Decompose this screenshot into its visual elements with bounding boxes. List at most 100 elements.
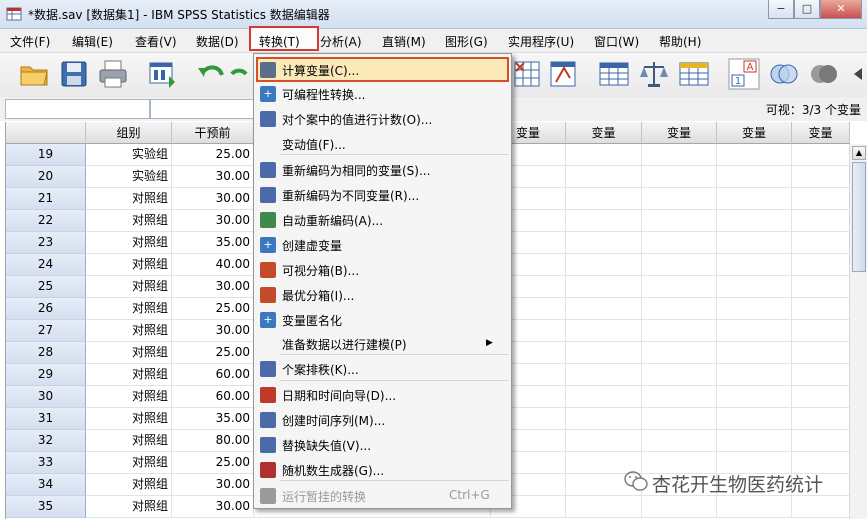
cell-group[interactable]: 对照组 <box>86 342 172 364</box>
cell-empty[interactable] <box>566 144 642 166</box>
cell-empty[interactable] <box>566 496 642 518</box>
cell-empty[interactable] <box>717 298 792 320</box>
cell-empty[interactable] <box>792 298 850 320</box>
column-header-var[interactable]: 变量 <box>566 122 642 144</box>
cell-group[interactable]: 对照组 <box>86 474 172 496</box>
transform-menu-item[interactable]: 变动值(F)... <box>254 132 511 156</box>
cell-group[interactable]: 对照组 <box>86 254 172 276</box>
menu-window[interactable]: 窗口(W) <box>594 33 639 50</box>
cell-pre[interactable]: 25.00 <box>172 452 254 474</box>
cell-group[interactable]: 实验组 <box>86 144 172 166</box>
cell-empty[interactable] <box>566 166 642 188</box>
row-number[interactable]: 24 <box>6 254 86 276</box>
cell-empty[interactable] <box>717 430 792 452</box>
transform-menu-item[interactable]: 个案排秩(K)... <box>254 357 511 381</box>
row-number[interactable]: 19 <box>6 144 86 166</box>
transform-menu-item[interactable]: 重新编码为不同变量(R)... <box>254 183 511 207</box>
transform-menu-item[interactable]: 随机数生成器(G)... <box>254 458 511 482</box>
cell-group[interactable]: 对照组 <box>86 364 172 386</box>
cell-empty[interactable] <box>642 276 717 298</box>
cell-empty[interactable] <box>792 276 850 298</box>
row-number[interactable]: 32 <box>6 430 86 452</box>
transform-menu-item[interactable]: 日期和时间向导(D)... <box>254 383 511 407</box>
transform-menu-item[interactable]: + 创建虚变量 <box>254 233 511 257</box>
cell-pre[interactable]: 30.00 <box>172 188 254 210</box>
cell-empty[interactable] <box>717 408 792 430</box>
vertical-scrollbar[interactable]: ▲ <box>849 144 867 519</box>
cell-empty[interactable] <box>717 320 792 342</box>
menu-utilities[interactable]: 实用程序(U) <box>508 33 574 50</box>
cell-empty[interactable] <box>642 430 717 452</box>
transform-menu-item[interactable]: 对个案中的值进行计数(O)... <box>254 107 511 131</box>
cell-group[interactable]: 对照组 <box>86 232 172 254</box>
cell-pre[interactable]: 35.00 <box>172 408 254 430</box>
cell-group[interactable]: 对照组 <box>86 452 172 474</box>
menu-direct-marketing[interactable]: 直销(M) <box>382 33 426 50</box>
menu-edit[interactable]: 编辑(E) <box>72 33 113 50</box>
menu-view[interactable]: 查看(V) <box>135 33 177 50</box>
cell-empty[interactable] <box>566 298 642 320</box>
transform-menu-item[interactable]: 可视分箱(B)... <box>254 258 511 282</box>
transform-menu-item[interactable]: 自动重新编码(A)... <box>254 208 511 232</box>
cell-empty[interactable] <box>792 342 850 364</box>
cell-pre[interactable]: 30.00 <box>172 276 254 298</box>
cell-empty[interactable] <box>717 496 792 518</box>
menu-data[interactable]: 数据(D) <box>196 33 239 50</box>
cell-group[interactable]: 对照组 <box>86 276 172 298</box>
open-folder-icon[interactable] <box>18 58 50 90</box>
cell-empty[interactable] <box>566 364 642 386</box>
row-number[interactable]: 21 <box>6 188 86 210</box>
split-file-icon[interactable] <box>598 58 630 90</box>
cell-pre[interactable]: 60.00 <box>172 386 254 408</box>
column-header-group[interactable]: 组别 <box>86 122 172 144</box>
all-variables-icon[interactable] <box>808 58 840 90</box>
cell-empty[interactable] <box>792 232 850 254</box>
show-sets-icon[interactable] <box>768 58 800 90</box>
cell-empty[interactable] <box>717 210 792 232</box>
cell-group[interactable]: 对照组 <box>86 298 172 320</box>
row-number[interactable]: 31 <box>6 408 86 430</box>
cell-group[interactable]: 对照组 <box>86 408 172 430</box>
cell-empty[interactable] <box>642 166 717 188</box>
cell-pre[interactable]: 25.00 <box>172 342 254 364</box>
close-button[interactable]: ✕ <box>820 0 862 19</box>
cell-pre[interactable]: 30.00 <box>172 166 254 188</box>
cell-pre[interactable]: 35.00 <box>172 232 254 254</box>
cell-empty[interactable] <box>792 408 850 430</box>
row-number[interactable]: 29 <box>6 364 86 386</box>
cell-empty[interactable] <box>717 364 792 386</box>
cell-empty[interactable] <box>792 188 850 210</box>
transform-menu-item[interactable]: 重新编码为相同的变量(S)... <box>254 158 511 182</box>
cell-empty[interactable] <box>642 342 717 364</box>
cell-pre[interactable]: 80.00 <box>172 430 254 452</box>
cell-empty[interactable] <box>717 254 792 276</box>
column-header-pre[interactable]: 干预前 <box>172 122 254 144</box>
cell-reference-field[interactable] <box>5 99 150 119</box>
column-header-var[interactable]: 变量 <box>642 122 717 144</box>
menu-file[interactable]: 文件(F) <box>10 33 50 50</box>
cell-group[interactable]: 对照组 <box>86 386 172 408</box>
cell-empty[interactable] <box>642 254 717 276</box>
transform-menu-item[interactable]: 计算变量(C)... <box>254 58 511 82</box>
transform-menu-item[interactable]: 准备数据以进行建模(P) ▶ <box>254 332 511 356</box>
cell-empty[interactable] <box>792 430 850 452</box>
goto-case-icon[interactable] <box>512 58 544 90</box>
cell-empty[interactable] <box>642 320 717 342</box>
scroll-thumb[interactable] <box>852 162 866 272</box>
cell-group[interactable]: 对照组 <box>86 430 172 452</box>
transform-menu-item[interactable]: 最优分箱(I)... <box>254 283 511 307</box>
cell-pre[interactable]: 40.00 <box>172 254 254 276</box>
cell-empty[interactable] <box>566 254 642 276</box>
cell-empty[interactable] <box>717 188 792 210</box>
cell-empty[interactable] <box>566 188 642 210</box>
dialog-recall-icon[interactable] <box>147 58 179 90</box>
transform-menu-item[interactable]: + 变量匿名化 <box>254 308 511 332</box>
cell-pre[interactable]: 25.00 <box>172 298 254 320</box>
cell-value-field[interactable] <box>150 99 262 119</box>
cell-empty[interactable] <box>717 386 792 408</box>
cell-group[interactable]: 实验组 <box>86 166 172 188</box>
scroll-up-arrow[interactable]: ▲ <box>852 146 866 160</box>
cell-empty[interactable] <box>566 408 642 430</box>
row-number[interactable]: 35 <box>6 496 86 518</box>
row-number[interactable]: 22 <box>6 210 86 232</box>
